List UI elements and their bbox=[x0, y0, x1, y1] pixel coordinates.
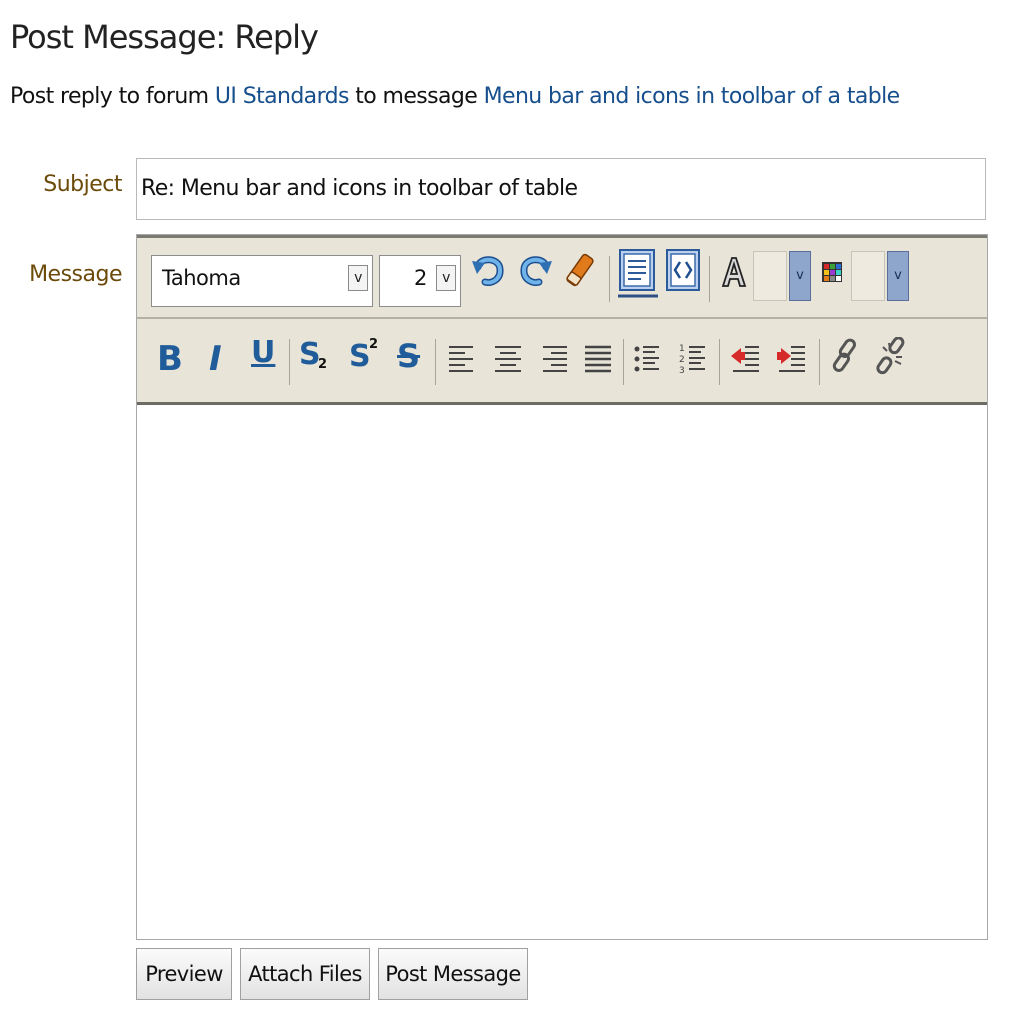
outdent-icon[interactable] bbox=[729, 341, 765, 381]
html-source-icon[interactable] bbox=[665, 248, 701, 294]
undo-icon[interactable] bbox=[471, 251, 507, 291]
chevron-down-icon[interactable]: v bbox=[436, 265, 456, 291]
toolbar-separator bbox=[623, 339, 624, 385]
text-color-icon[interactable] bbox=[719, 252, 749, 292]
toolbar-separator bbox=[435, 339, 436, 385]
editor-toolbar-row-2: B I U S 2 S 2 S 1 2 3 bbox=[137, 319, 987, 405]
subscript-mark: 2 bbox=[318, 357, 328, 372]
bold-label: B bbox=[157, 339, 183, 379]
link-icon[interactable] bbox=[829, 337, 865, 377]
superscript-icon[interactable]: S 2 bbox=[347, 337, 383, 377]
align-center-icon[interactable] bbox=[491, 341, 527, 381]
eraser-icon[interactable] bbox=[563, 251, 599, 291]
message-link[interactable]: Menu bar and icons in toolbar of a table bbox=[484, 84, 901, 109]
align-left-icon[interactable] bbox=[445, 341, 481, 381]
strikethrough-icon[interactable]: S bbox=[393, 337, 429, 377]
rich-text-mode-icon[interactable] bbox=[617, 248, 659, 298]
strikethrough-label: S bbox=[397, 337, 421, 375]
bullet-list-icon[interactable] bbox=[631, 341, 667, 381]
underline-label: U bbox=[251, 335, 276, 370]
underline-icon[interactable]: U bbox=[247, 335, 283, 375]
align-right-icon[interactable] bbox=[537, 341, 573, 381]
italic-icon[interactable]: I bbox=[203, 339, 239, 379]
subtitle-middle: to message bbox=[355, 84, 478, 109]
font-family-value: Tahoma bbox=[162, 266, 241, 290]
preview-button[interactable]: Preview bbox=[136, 948, 232, 1000]
toolbar-separator bbox=[609, 256, 610, 302]
subject-input[interactable]: Re: Menu bar and icons in toolbar of tab… bbox=[136, 158, 986, 220]
background-color-icon[interactable] bbox=[821, 260, 843, 286]
unlink-icon[interactable] bbox=[875, 336, 911, 377]
subtitle-prefix: Post reply to forum bbox=[10, 84, 209, 109]
font-size-value: 2 bbox=[414, 266, 427, 290]
message-editor[interactable]: Tahoma v 2 v v v B I U S 2 S 2 S 1 2 3 bbox=[136, 234, 988, 940]
background-color-swatch[interactable] bbox=[851, 251, 885, 301]
redo-icon[interactable] bbox=[517, 251, 553, 291]
svg-text:1: 1 bbox=[679, 344, 685, 354]
numbered-list-icon[interactable]: 123 bbox=[677, 341, 713, 381]
toolbar-separator bbox=[289, 339, 290, 385]
message-textarea[interactable] bbox=[137, 405, 987, 939]
chevron-down-icon[interactable]: v bbox=[348, 265, 368, 291]
superscript-label: S bbox=[349, 339, 371, 374]
post-message-button[interactable]: Post Message bbox=[378, 948, 528, 1000]
toolbar-separator bbox=[819, 339, 820, 385]
message-label: Message bbox=[29, 262, 122, 287]
font-family-select[interactable]: Tahoma v bbox=[151, 255, 373, 307]
toolbar-separator bbox=[709, 256, 710, 302]
editor-toolbar-row-1: Tahoma v 2 v v v bbox=[137, 235, 987, 319]
indent-icon[interactable] bbox=[775, 341, 811, 381]
bold-icon[interactable]: B bbox=[155, 339, 191, 379]
chevron-down-icon[interactable]: v bbox=[887, 251, 909, 301]
attach-files-button[interactable]: Attach Files bbox=[240, 948, 370, 1000]
font-size-select[interactable]: 2 v bbox=[379, 255, 461, 307]
text-color-swatch[interactable] bbox=[753, 251, 787, 301]
page-subtitle: Post reply to forum UI Standards to mess… bbox=[10, 84, 900, 109]
svg-text:2: 2 bbox=[679, 355, 685, 365]
chevron-down-icon[interactable]: v bbox=[789, 251, 811, 301]
forum-link[interactable]: UI Standards bbox=[215, 84, 350, 109]
svg-text:3: 3 bbox=[679, 366, 685, 376]
justify-icon[interactable] bbox=[581, 341, 617, 381]
toolbar-separator bbox=[719, 339, 720, 385]
subscript-icon[interactable]: S 2 bbox=[297, 337, 333, 377]
subject-label: Subject bbox=[43, 172, 122, 197]
superscript-mark: 2 bbox=[369, 337, 379, 352]
page-title: Post Message: Reply bbox=[10, 18, 319, 56]
italic-label: I bbox=[209, 339, 222, 379]
